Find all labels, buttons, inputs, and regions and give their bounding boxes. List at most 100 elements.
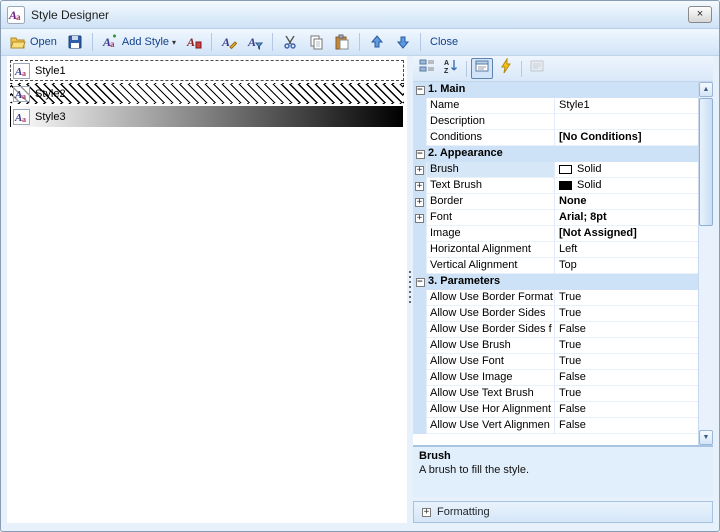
property-row-allow-use-hor-alignment[interactable]: Allow Use Hor AlignmentFalse xyxy=(413,402,698,418)
close-button-label: Close xyxy=(430,36,458,48)
toolbar-separator xyxy=(420,33,421,51)
property-panel: A Z xyxy=(413,56,713,523)
alphabetical-sort-button[interactable]: A Z xyxy=(440,58,462,79)
save-button[interactable] xyxy=(62,31,88,53)
collapse-icon[interactable]: − xyxy=(416,278,425,287)
collapse-icon[interactable]: − xyxy=(416,86,425,95)
style-icon: Aa xyxy=(13,86,31,102)
property-row-border[interactable]: +BorderNone xyxy=(413,194,698,210)
property-name: Conditions xyxy=(427,130,555,146)
scroll-up-button[interactable]: ▲ xyxy=(699,82,713,97)
sort-az-icon: A Z xyxy=(443,58,459,79)
property-row-allow-use-text-brush[interactable]: Allow Use Text BrushTrue xyxy=(413,386,698,402)
expand-icon[interactable]: + xyxy=(415,214,424,223)
property-row-horizontal-alignment[interactable]: Horizontal AlignmentLeft xyxy=(413,242,698,258)
cut-button[interactable] xyxy=(277,31,303,53)
move-down-button[interactable] xyxy=(390,31,416,53)
property-value: False xyxy=(555,402,698,418)
property-row-allow-use-border-sides[interactable]: Allow Use Border SidesTrue xyxy=(413,306,698,322)
property-row-font[interactable]: +FontArial; 8pt xyxy=(413,210,698,226)
apply-style-button[interactable]: A xyxy=(242,31,268,53)
main-area: Aa Style1 AaStyle2AaStyle3 xyxy=(7,56,713,523)
property-row-text-brush[interactable]: +Text BrushSolid xyxy=(413,178,698,194)
messages-icon xyxy=(529,58,545,79)
property-pages-button[interactable] xyxy=(471,58,493,79)
close-button[interactable]: Close xyxy=(425,31,463,53)
paste-button[interactable] xyxy=(329,31,355,53)
property-value: Top xyxy=(555,258,698,274)
formatting-section-header[interactable]: + Formatting xyxy=(413,501,713,523)
property-value: False xyxy=(555,418,698,434)
style-list-item-style3[interactable]: AaStyle3 xyxy=(10,106,404,127)
move-up-button[interactable] xyxy=(364,31,390,53)
property-category[interactable]: −3. Parameters xyxy=(413,274,698,290)
property-row-allow-use-brush[interactable]: Allow Use BrushTrue xyxy=(413,338,698,354)
property-name: Allow Use Hor Alignment xyxy=(427,402,555,418)
expand-icon[interactable]: + xyxy=(422,508,431,517)
property-value: Solid xyxy=(555,178,698,194)
copy-icon xyxy=(308,34,324,50)
property-row-allow-use-image[interactable]: Allow Use ImageFalse xyxy=(413,370,698,386)
expand-icon[interactable]: + xyxy=(415,198,424,207)
apply-style-icon: A xyxy=(247,34,263,50)
property-row-allow-use-font[interactable]: Allow Use FontTrue xyxy=(413,354,698,370)
property-name: Horizontal Alignment xyxy=(427,242,555,258)
property-row-vertical-alignment[interactable]: Vertical AlignmentTop xyxy=(413,258,698,274)
collapse-icon[interactable]: − xyxy=(416,150,425,159)
svg-text:a: a xyxy=(22,92,26,101)
open-button[interactable]: Open xyxy=(5,31,62,53)
add-style-button-label: Add Style xyxy=(122,36,169,48)
style-list-item-style1[interactable]: Aa Style1 xyxy=(10,60,404,81)
close-window-button[interactable]: × xyxy=(688,6,712,23)
category-label: 2. Appearance xyxy=(427,146,503,162)
property-category[interactable]: −2. Appearance xyxy=(413,146,698,162)
svg-text:A: A xyxy=(444,60,449,67)
property-messages-button[interactable] xyxy=(526,58,548,79)
open-button-label: Open xyxy=(30,36,57,48)
property-value: True xyxy=(555,338,698,354)
add-style-button[interactable]: A a Add Style ▾ xyxy=(97,31,181,53)
toolbar-separator xyxy=(211,33,212,51)
property-value: True xyxy=(555,354,698,370)
categorized-view-button[interactable] xyxy=(416,58,438,79)
property-value: True xyxy=(555,290,698,306)
window-title: Style Designer xyxy=(31,8,109,22)
style-item-label: Style1 xyxy=(35,65,66,77)
property-row-allow-use-border-format[interactable]: Allow Use Border FormatTrue xyxy=(413,290,698,306)
toolbar-separator xyxy=(521,61,522,77)
property-name: Text Brush xyxy=(427,178,555,194)
property-name: Allow Use Text Brush xyxy=(427,386,555,402)
vertical-scrollbar[interactable]: ▲ ▼ xyxy=(698,82,713,445)
scrollbar-thumb[interactable] xyxy=(699,98,713,226)
property-row-image[interactable]: Image[Not Assigned] xyxy=(413,226,698,242)
property-value: [No Conditions] xyxy=(555,130,698,146)
toolbar-separator xyxy=(359,33,360,51)
expand-icon[interactable]: + xyxy=(415,182,424,191)
scroll-down-button[interactable]: ▼ xyxy=(699,430,713,445)
expand-icon[interactable]: + xyxy=(415,166,424,175)
property-value: [Not Assigned] xyxy=(555,226,698,242)
property-name: Allow Use Border Format xyxy=(427,290,555,306)
style-icon: Aa xyxy=(13,63,31,79)
property-value xyxy=(555,114,698,130)
property-row-conditions[interactable]: Conditions[No Conditions] xyxy=(413,130,698,146)
copy-button[interactable] xyxy=(303,31,329,53)
events-button[interactable] xyxy=(495,58,517,79)
property-category[interactable]: −1. Main xyxy=(413,82,698,98)
property-row-allow-use-border-sides-f[interactable]: Allow Use Border Sides fFalse xyxy=(413,322,698,338)
style-list-item-style2[interactable]: AaStyle2 xyxy=(10,83,404,104)
property-row-allow-use-vert-alignmen[interactable]: Allow Use Vert AlignmenFalse xyxy=(413,418,698,434)
property-row-brush[interactable]: +BrushSolid xyxy=(413,162,698,178)
style-from-components-button[interactable]: A xyxy=(181,31,207,53)
brush-swatch xyxy=(559,165,572,174)
svg-text:Z: Z xyxy=(444,68,449,74)
property-row-description[interactable]: Description xyxy=(413,114,698,130)
property-name: Vertical Alignment xyxy=(427,258,555,274)
property-row-name[interactable]: NameStyle1 xyxy=(413,98,698,114)
toolbar-separator xyxy=(92,33,93,51)
formatting-label: Formatting xyxy=(437,506,490,518)
style-designer-window: A a Style Designer × Open xyxy=(0,0,720,532)
description-text: A brush to fill the style. xyxy=(419,464,707,476)
property-name: Allow Use Font xyxy=(427,354,555,370)
edit-style-button[interactable]: A xyxy=(216,31,242,53)
